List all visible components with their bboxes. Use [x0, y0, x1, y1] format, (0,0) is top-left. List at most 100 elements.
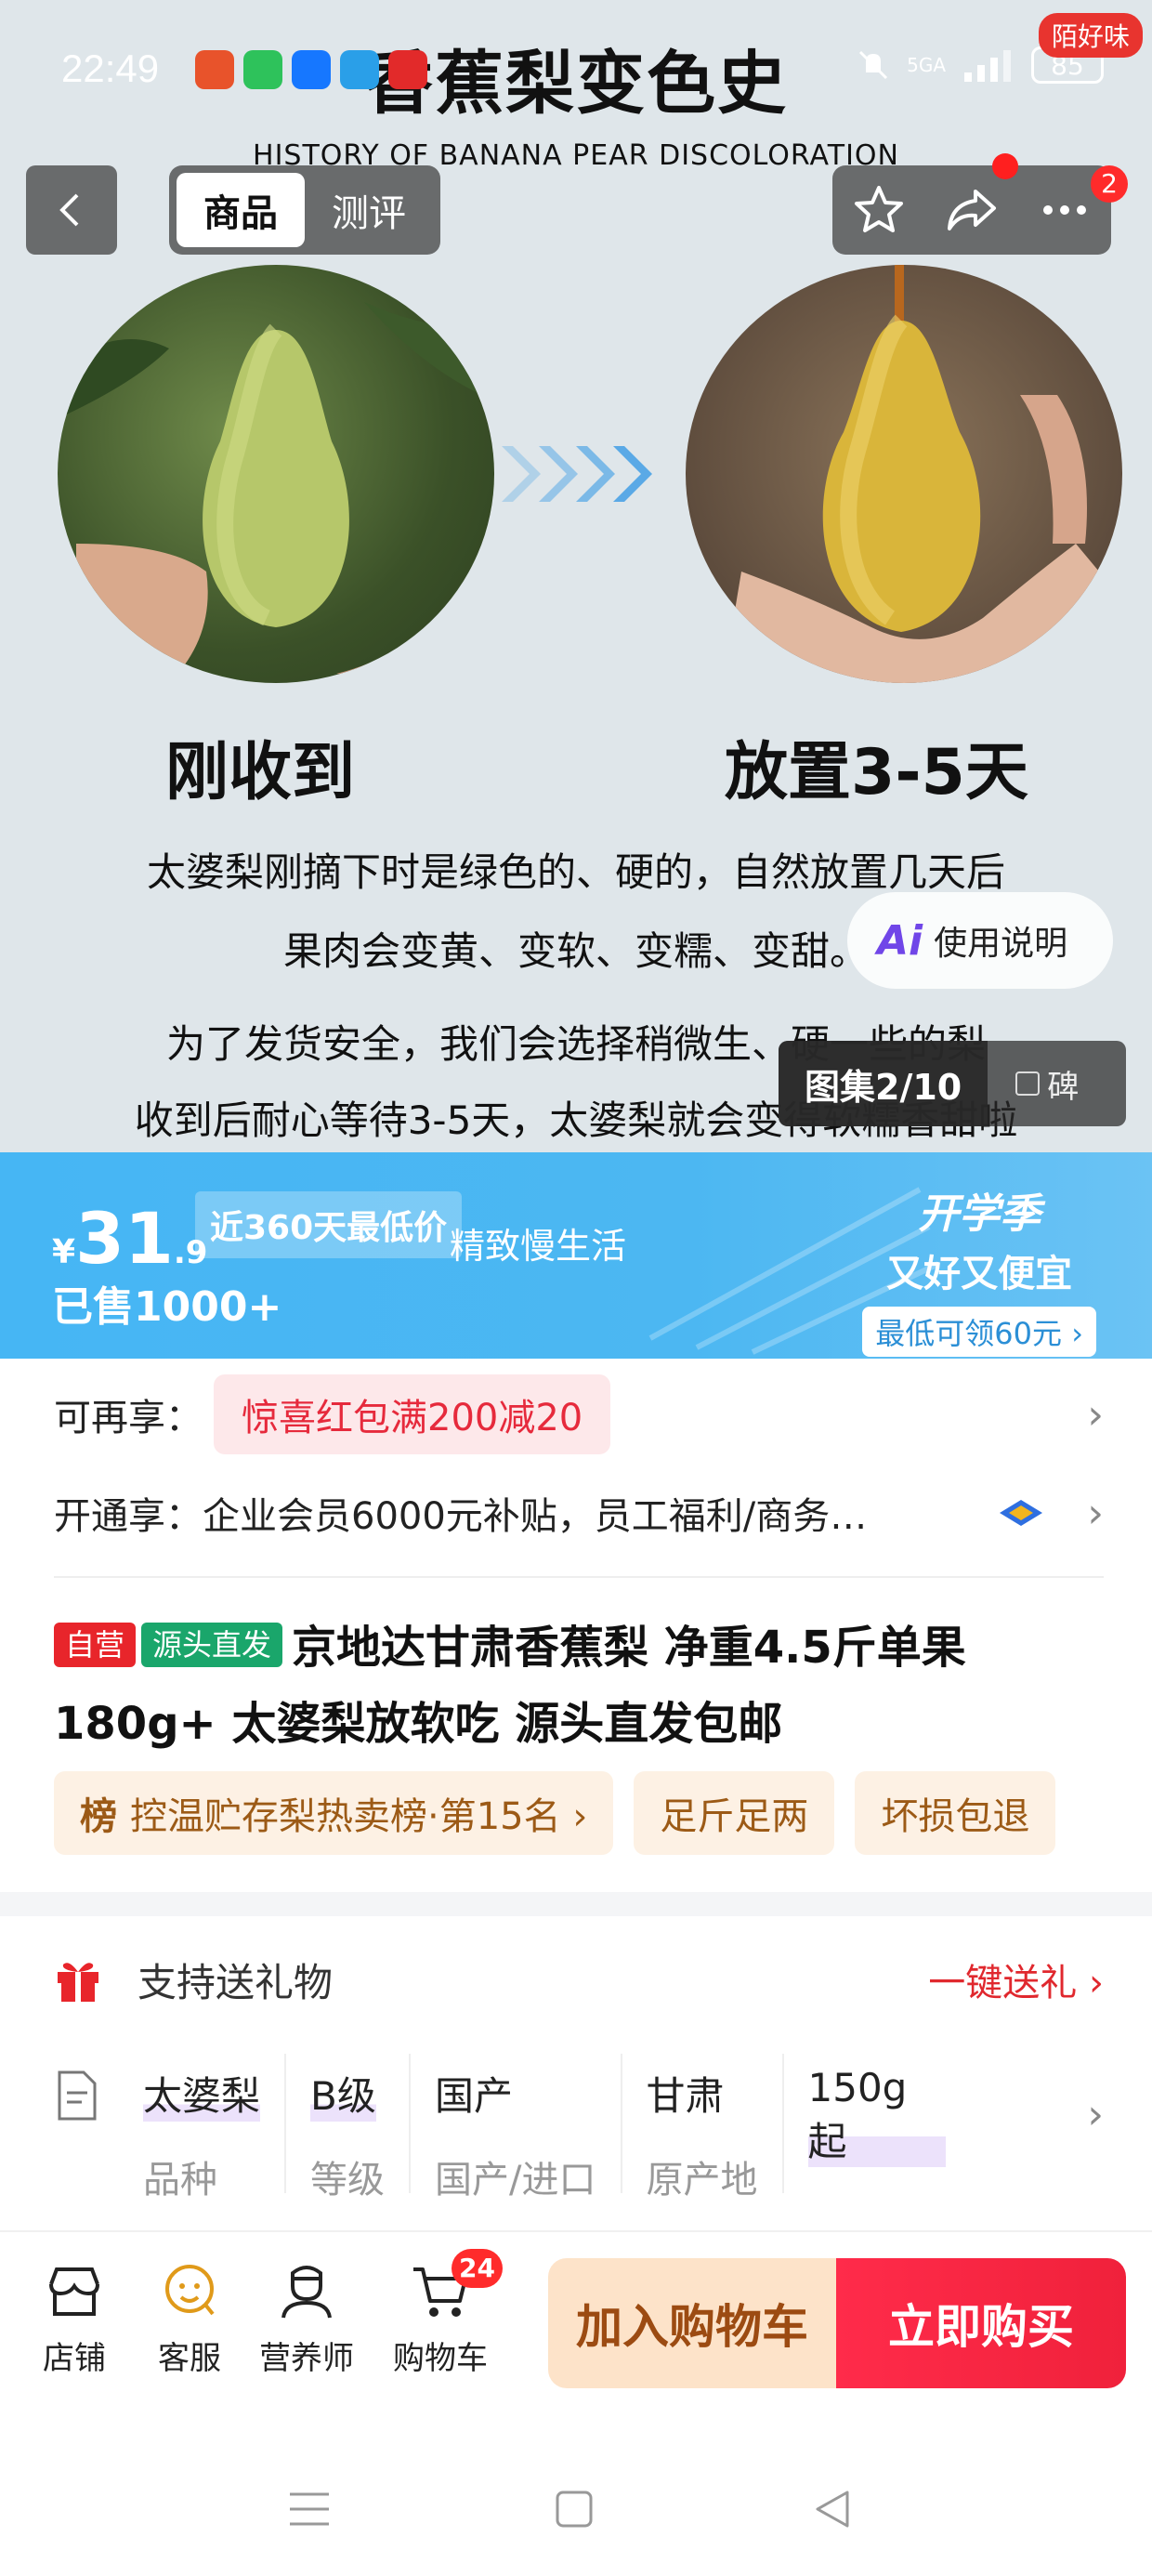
product-title: 自营 源头直发 京地达甘肃香蕉梨 净重4.5斤单果180g+ 太婆梨放软吃 源头直发…: [54, 1610, 1104, 1762]
price-integer: 31: [75, 1197, 174, 1280]
attribute-variety: 太婆梨 品种: [143, 2054, 287, 2201]
attribute-value: 甘肃: [646, 2073, 725, 2119]
reputation-tab[interactable]: 碑: [988, 1061, 1079, 1107]
gift-label: 支持送礼物: [137, 1959, 334, 2005]
price-banner: ¥ 31 .9 近360天最低价 精致慢生活 已售1000+ 开学季 又好又便宜…: [0, 1152, 1152, 1359]
home-icon[interactable]: [554, 2489, 595, 2530]
notification-dot: [992, 153, 1018, 179]
more-dots-icon: [1043, 205, 1086, 215]
top-actions: [832, 165, 1111, 255]
source-direct-badge: 源头直发: [141, 1623, 283, 1667]
attribute-key: 国产/进口: [435, 2159, 596, 2201]
coupon-button[interactable]: 最低可领60元 ›: [862, 1307, 1096, 1357]
app-notification-icon: [195, 50, 234, 89]
label-after-days: 放置3-5天: [725, 736, 1028, 809]
customer-service-icon: [165, 2265, 215, 2316]
divider: [54, 1576, 1104, 1578]
more-button[interactable]: [1032, 177, 1097, 243]
document-icon: [58, 2070, 97, 2121]
extra-discount-label: 可再享：: [54, 1397, 203, 1439]
extra-discount-row[interactable]: 可再享： 惊喜红包满200减20 ›: [54, 1373, 1104, 1455]
back-nav-icon[interactable]: [812, 2489, 853, 2530]
mute-icon: [859, 50, 888, 80]
self-operated-badge: 自营: [54, 1623, 137, 1667]
red-packet-coupon[interactable]: 惊喜红包满200减20: [214, 1374, 611, 1454]
add-to-cart-button[interactable]: 加入购物车: [548, 2258, 836, 2388]
corner-tag[interactable]: 陌好味: [1038, 13, 1143, 58]
gift-icon: [58, 1963, 98, 2002]
rank-chip[interactable]: 榜控温贮存梨热卖榜·第15名 ›: [54, 1771, 614, 1855]
chevron-left-icon: [59, 193, 79, 227]
shop-icon: [49, 2267, 99, 2316]
customer-service-label: 客服: [158, 2340, 221, 2377]
nutritionist-button[interactable]: 营养师: [251, 2258, 362, 2378]
attribute-value: B级: [310, 2065, 376, 2122]
green-pear-image: [58, 265, 494, 683]
product-attributes[interactable]: 太婆梨 品种 B级 等级 国产 国产/进口 甘肃 原产地 150g起 单果克重 …: [54, 2054, 1104, 2212]
stock-app-icon: [388, 50, 427, 89]
attribute-grade: B级 等级: [286, 2054, 412, 2201]
share-icon: [948, 190, 996, 230]
gift-row[interactable]: 支持送礼物 一键送礼 ›: [54, 1942, 1104, 2017]
price: ¥ 31 .9: [52, 1197, 207, 1280]
full-weight-chip[interactable]: 足斤足两: [634, 1771, 835, 1855]
menu-icon[interactable]: [286, 2489, 333, 2530]
yellow-pear-image: [686, 265, 1122, 683]
currency-symbol: ¥: [52, 1233, 76, 1271]
chevron-right-icon: ›: [1087, 1390, 1104, 1439]
shop-label: 店铺: [43, 2340, 106, 2377]
attribute-key: 品种: [143, 2159, 217, 2201]
progress-arrows-icon: [502, 446, 652, 502]
attribute-origin-type: 国产 国产/进口: [411, 2054, 622, 2201]
cart-count-badge: 24: [452, 2249, 503, 2288]
attribute-fruit-weight: 150g起 单果克重: [784, 2054, 970, 2193]
label-just-received: 刚收到: [165, 736, 356, 809]
chevron-right-icon: ›: [1087, 1489, 1104, 1537]
attribute-value: 太婆梨: [143, 2065, 261, 2122]
shop-button[interactable]: 店铺: [19, 2258, 130, 2378]
chevron-right-icon: ›: [1087, 2091, 1104, 2138]
attribute-origin: 甘肃 原产地: [622, 2054, 784, 2201]
attribute-key: 原产地: [646, 2159, 758, 2201]
rank-chip-label: 控温贮存梨热卖榜·第15名 ›: [130, 1795, 588, 1838]
back-button[interactable]: [26, 165, 117, 255]
status-bar: 22:49 5GA 85 陌好味: [0, 0, 1152, 139]
damage-refund-chip[interactable]: 坏损包退: [855, 1771, 1056, 1855]
attribute-value: 150g起: [807, 2065, 946, 2167]
tab-product[interactable]: 商品: [177, 173, 305, 247]
notification-icons: [195, 50, 427, 89]
favorite-button[interactable]: [846, 177, 911, 243]
reputation-label: 碑: [1047, 1068, 1080, 1106]
more-badge: 2: [1091, 165, 1128, 203]
alipay-icon: [292, 50, 331, 89]
clock: 22:49: [61, 46, 160, 90]
sold-count: 已售1000+: [52, 1283, 282, 1331]
cart-label: 购物车: [393, 2340, 488, 2377]
gallery-counter[interactable]: 图集2/10: [779, 1041, 988, 1126]
enterprise-vip-icon: [1000, 1500, 1042, 1526]
wechat-icon: [243, 50, 282, 89]
gallery-controls: 图集2/10 碑: [779, 1041, 1126, 1126]
bottom-action-bar: 店铺 客服 营养师 购物车 24 加入购物车 立即购买: [0, 2230, 1152, 2407]
reputation-icon: [1015, 1071, 1041, 1096]
membership-value: 企业会员6000元补贴，员工福利/商务…: [203, 1495, 868, 1538]
tab-review[interactable]: 测评: [305, 173, 433, 247]
signal-icon: [964, 50, 1011, 82]
send-gift-button[interactable]: 一键送礼 ›: [928, 1952, 1104, 2006]
attribute-value: 国产: [435, 2073, 514, 2119]
membership-row[interactable]: 开通享： 企业会员6000元补贴，员工福利/商务… ›: [54, 1474, 1104, 1552]
season-promo[interactable]: 开学季 又好又便宜 最低可领60元 ›: [862, 1180, 1096, 1357]
buy-now-button[interactable]: 立即购买: [836, 2258, 1126, 2388]
page-tabs: 商品 测评: [169, 165, 440, 255]
system-navigation-bar: [0, 2435, 1152, 2576]
hero-paragraph: 太婆梨刚摘下时是绿色的、硬的，自然放置几天后: [146, 849, 1005, 895]
section-gap: [0, 1892, 1152, 1916]
use-guide-button[interactable]: Ai 使用说明: [847, 892, 1113, 989]
telegram-icon: [340, 50, 379, 89]
nutritionist-icon: [281, 2266, 332, 2319]
share-button[interactable]: [939, 177, 1004, 243]
customer-service-button[interactable]: 客服: [134, 2258, 245, 2378]
network-type: 5GA: [907, 54, 946, 76]
cart-button[interactable]: 购物车 24: [385, 2249, 503, 2378]
ai-icon: Ai: [877, 916, 923, 965]
